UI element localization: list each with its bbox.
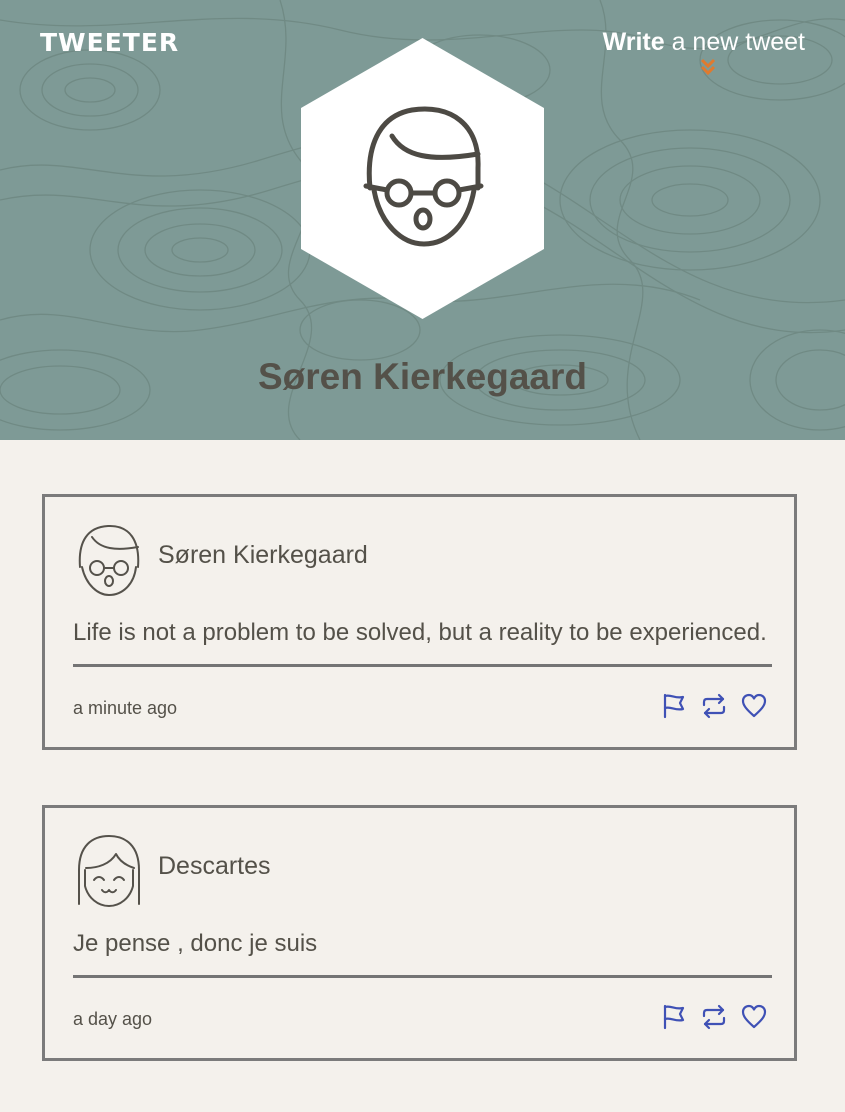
app-logo[interactable]: TWEETER xyxy=(40,28,179,57)
tweet-divider xyxy=(73,975,772,978)
tweet-card: Descartes Je pense , donc je suis a day … xyxy=(42,805,797,1061)
profile-avatar-hexagon xyxy=(301,38,544,319)
profile-name: Søren Kierkegaard xyxy=(257,356,588,397)
tweet-card: Søren Kierkegaard Life is not a problem … xyxy=(42,494,797,750)
write-new-tweet-link[interactable]: Write a new tweet xyxy=(603,28,805,57)
man-with-glasses-icon xyxy=(78,524,140,596)
flag-icon[interactable] xyxy=(661,1004,687,1030)
tweet-divider xyxy=(73,664,772,667)
retweet-icon[interactable] xyxy=(701,693,727,719)
flag-icon[interactable] xyxy=(661,693,687,719)
tweet-content: Je pense , donc je suis xyxy=(73,930,318,957)
tweet-timestamp: a minute ago xyxy=(73,698,178,718)
tweet-content: Life is not a problem to be solved, but … xyxy=(73,619,767,646)
smiling-girl-icon xyxy=(78,835,140,907)
tweet-timestamp: a day ago xyxy=(73,1009,153,1029)
double-chevron-down-icon[interactable] xyxy=(700,58,716,76)
tweet-actions xyxy=(661,1004,767,1030)
profile-header: TWEETER Write a new tweet Søren Kierkega… xyxy=(0,0,845,440)
tweet-author: Søren Kierkegaard xyxy=(158,541,368,569)
write-rest-label: a new tweet xyxy=(664,28,805,56)
heart-icon[interactable] xyxy=(741,693,767,719)
tweet-author: Descartes xyxy=(158,852,271,880)
tweet-actions xyxy=(661,693,767,719)
retweet-icon[interactable] xyxy=(701,1004,727,1030)
heart-icon[interactable] xyxy=(741,1004,767,1030)
write-label: Write xyxy=(602,28,665,56)
